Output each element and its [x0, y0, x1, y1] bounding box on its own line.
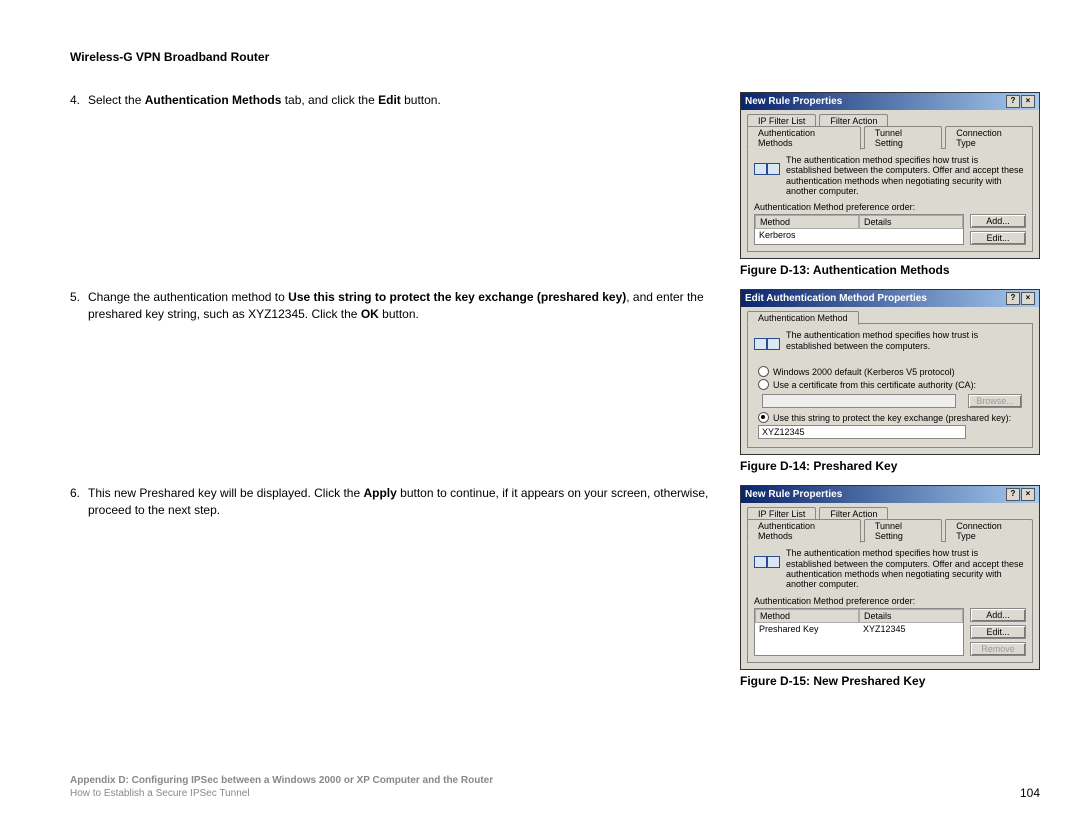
step-text: Change the authentication method to Use … — [88, 289, 720, 321]
tab-authentication-method[interactable]: Authentication Method — [747, 311, 859, 325]
info-text: The authentication method specifies how … — [786, 548, 1026, 589]
info-text: The authentication method specifies how … — [786, 155, 1026, 196]
help-icon[interactable]: ? — [1006, 95, 1020, 108]
step-6: 6. This new Preshared key will be displa… — [70, 485, 720, 517]
radio-icon[interactable] — [758, 412, 769, 423]
tab-authentication-methods[interactable]: Authentication Methods — [747, 519, 861, 543]
table-row[interactable]: Preshared Key XYZ12345 — [755, 623, 963, 635]
browse-button: Browse... — [968, 394, 1022, 408]
close-icon[interactable]: × — [1021, 488, 1035, 501]
tab-connection-type[interactable]: Connection Type — [945, 519, 1033, 542]
titlebar: New Rule Properties ? × — [741, 486, 1039, 503]
auth-methods-table[interactable]: Method Details Preshared Key XYZ12345 — [754, 608, 964, 656]
dialog-new-rule-properties-1: New Rule Properties ? × IP Filter List F… — [740, 92, 1040, 259]
info-text: The authentication method specifies how … — [786, 330, 1026, 351]
figure-caption-d13: Figure D-13: Authentication Methods — [740, 263, 1040, 277]
footer-appendix: Appendix D: Configuring IPSec between a … — [70, 774, 493, 787]
radio-certificate[interactable]: Use a certificate from this certificate … — [758, 379, 1022, 390]
help-icon[interactable]: ? — [1006, 488, 1020, 501]
table-row[interactable]: Kerberos — [755, 229, 963, 241]
dialog-title: New Rule Properties — [745, 489, 842, 500]
edit-button[interactable]: Edit... — [970, 625, 1026, 639]
preference-label: Authentication Method preference order: — [754, 202, 1026, 212]
computers-icon — [754, 330, 780, 352]
dialog-title: Edit Authentication Method Properties — [745, 293, 927, 304]
dialog-title: New Rule Properties — [745, 96, 842, 107]
th-details: Details — [859, 609, 963, 623]
ca-input — [762, 394, 956, 408]
preference-label: Authentication Method preference order: — [754, 596, 1026, 606]
radio-kerberos[interactable]: Windows 2000 default (Kerberos V5 protoc… — [758, 366, 1022, 377]
radio-icon[interactable] — [758, 379, 769, 390]
document-title: Wireless-G VPN Broadband Router — [70, 50, 1040, 64]
auth-methods-table[interactable]: Method Details Kerberos — [754, 214, 964, 245]
tab-tunnel-setting[interactable]: Tunnel Setting — [864, 519, 942, 542]
radio-preshared-key[interactable]: Use this string to protect the key excha… — [758, 412, 1022, 423]
step-number: 6. — [70, 485, 88, 517]
step-number: 5. — [70, 289, 88, 321]
step-4: 4. Select the Authentication Methods tab… — [70, 92, 720, 108]
remove-button[interactable]: Remove — [970, 642, 1026, 656]
th-method: Method — [755, 609, 859, 623]
step-text: Select the Authentication Methods tab, a… — [88, 92, 441, 108]
help-icon[interactable]: ? — [1006, 292, 1020, 305]
th-method: Method — [755, 215, 859, 229]
computers-icon — [754, 155, 780, 177]
radio-icon[interactable] — [758, 366, 769, 377]
footer-subtitle: How to Establish a Secure IPSec Tunnel — [70, 787, 493, 800]
page-number: 104 — [1020, 786, 1040, 800]
tab-authentication-methods[interactable]: Authentication Methods — [747, 126, 861, 150]
figure-caption-d15: Figure D-15: New Preshared Key — [740, 674, 1040, 688]
step-number: 4. — [70, 92, 88, 108]
close-icon[interactable]: × — [1021, 292, 1035, 305]
add-button[interactable]: Add... — [970, 214, 1026, 228]
step-5: 5. Change the authentication method to U… — [70, 289, 720, 321]
add-button[interactable]: Add... — [970, 608, 1026, 622]
edit-button[interactable]: Edit... — [970, 231, 1026, 245]
tab-tunnel-setting[interactable]: Tunnel Setting — [864, 126, 942, 149]
dialog-new-rule-properties-2: New Rule Properties ? × IP Filter List F… — [740, 485, 1040, 669]
tab-connection-type[interactable]: Connection Type — [945, 126, 1033, 149]
close-icon[interactable]: × — [1021, 95, 1035, 108]
step-text: This new Preshared key will be displayed… — [88, 485, 720, 517]
figure-caption-d14: Figure D-14: Preshared Key — [740, 459, 1040, 473]
page-footer: Appendix D: Configuring IPSec between a … — [70, 774, 1040, 800]
th-details: Details — [859, 215, 963, 229]
titlebar: Edit Authentication Method Properties ? … — [741, 290, 1039, 307]
preshared-key-input[interactable]: XYZ12345 — [758, 425, 966, 439]
titlebar: New Rule Properties ? × — [741, 93, 1039, 110]
dialog-edit-auth-method: Edit Authentication Method Properties ? … — [740, 289, 1040, 455]
computers-icon — [754, 548, 780, 570]
